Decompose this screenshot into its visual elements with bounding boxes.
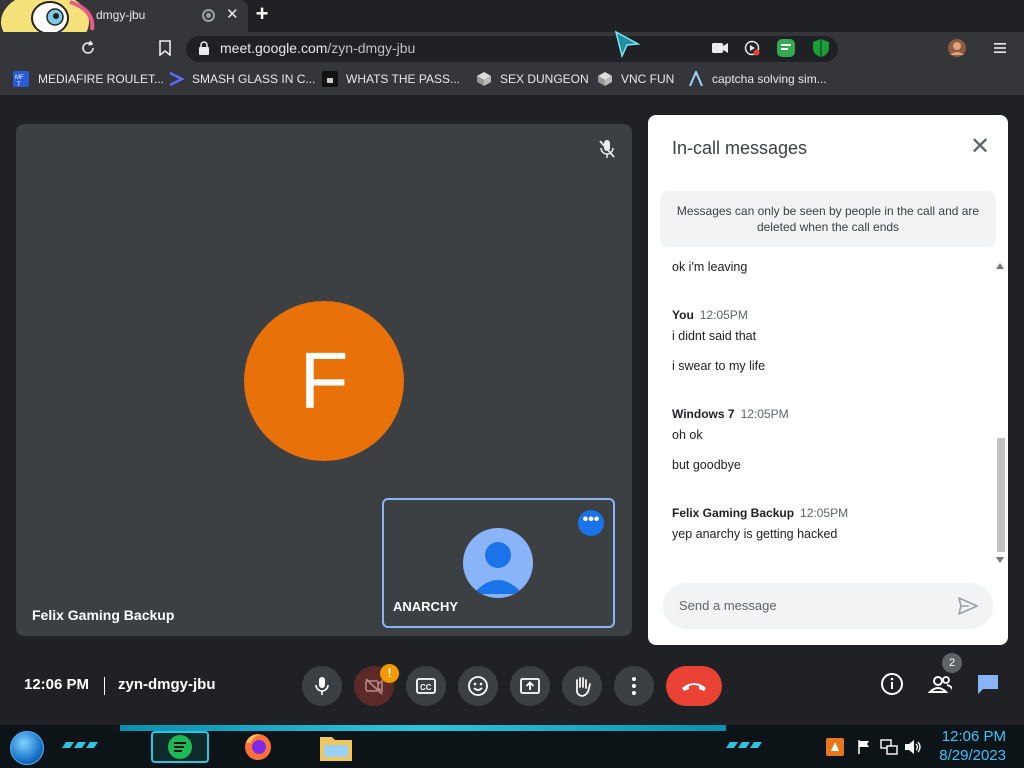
taskbar-decor-left-icon [62,742,98,748]
firefox-taskbar-icon[interactable] [242,731,274,763]
tab-title: dmgy-jbu [96,8,146,22]
camera-warning-badge: ! [380,664,399,683]
captions-button[interactable]: CC [406,666,446,706]
start-button[interactable] [10,731,44,765]
self-avatar [463,528,533,598]
file-explorer-taskbar-icon[interactable] [318,731,354,763]
divider [104,677,105,695]
new-tab-button[interactable]: + [250,3,274,26]
meeting-clock: 12:06 PM [24,676,90,693]
mouse-cursor-icon [614,30,640,59]
chat-message-sender: Windows 7 12:05PM [672,407,789,421]
lock-icon[interactable] [199,41,209,55]
meeting-info-icon[interactable] [880,672,904,696]
chat-message-text: i didnt said that [672,329,757,343]
svg-text:MF: MF [15,75,24,81]
extension-chat-icon[interactable] [777,39,795,57]
sender-name: Windows 7 [672,407,735,421]
main-participant-avatar: F [244,301,404,461]
main-participant-name: Felix Gaming Backup [32,607,175,623]
bookmark-sex-dungeon[interactable]: SEX DUNGEON [500,72,589,88]
whats-the-pass-bookmark-icon [322,71,338,87]
present-button[interactable] [510,666,550,706]
captcha-bookmark-icon [689,71,703,87]
more-vert-icon [632,677,636,695]
bookmark-vnc-fun[interactable]: VNC FUN [621,72,674,88]
volume-icon[interactable] [904,739,922,755]
closed-captions-icon: CC [416,678,436,694]
active-tab[interactable]: dmgy-jbu ✕ [0,0,248,52]
system-clock-date[interactable]: 8/29/2023 [930,747,1006,765]
self-participant-name: ANARCHY [393,599,458,614]
taskbar-decor-right-icon [726,742,762,748]
bookmark-mediafire[interactable]: MEDIAFIRE ROULET... [38,72,164,88]
chat-message-sender: You 12:05PM [672,308,748,322]
vnc-fun-bookmark-icon [598,72,612,86]
emoji-icon [468,676,488,696]
action-center-flag-icon[interactable] [856,739,872,755]
reactions-button[interactable] [458,666,498,706]
end-call-icon [682,683,706,691]
raise-hand-icon [576,677,591,697]
menu-icon[interactable] [994,42,1006,54]
participants-icon[interactable] [928,672,952,696]
camera-blocked-icon[interactable] [712,42,728,54]
tray-app-icon[interactable] [826,738,844,756]
extension-shield-icon[interactable] [813,39,829,57]
chat-title: In-call messages [672,138,808,158]
bookmark-captcha-solving[interactable]: captcha solving sim... [712,72,827,88]
scroll-down-icon[interactable] [996,557,1004,563]
more-options-button[interactable] [614,666,654,706]
url-host: meet.google.com [220,40,328,56]
chat-notice: Messages can only be seen by people in t… [660,191,996,247]
chat-message-sender: Felix Gaming Backup 12:05PM [672,506,848,520]
sender-name: You [672,308,694,322]
meeting-code: zyn-dmgy-jbu [118,676,216,693]
spotify-taskbar-icon[interactable] [150,730,210,764]
message-time: 12:05PM [740,407,789,421]
sex-dungeon-bookmark-icon [477,72,491,86]
chat-message-text: i swear to my life [672,359,766,373]
chat-icon[interactable] [976,672,1000,696]
bookmark-star-icon[interactable] [158,40,172,56]
chat-message-text: oh ok [672,428,703,442]
tab-audio-icon[interactable] [202,9,215,22]
chat-message-text: ok i'm leaving [672,260,748,274]
media-blocked-icon[interactable] [744,40,760,56]
leave-call-button[interactable] [666,666,722,706]
close-icon[interactable]: ✕ [970,135,990,159]
chat-scroll-thumb[interactable] [997,438,1005,552]
microphone-icon [315,677,329,695]
mediafire-bookmark-icon: MFT [13,71,29,87]
microphone-button[interactable] [302,666,342,706]
person-icon [473,542,523,594]
bookmark-whats-the-pass[interactable]: WHATS THE PASS... [346,72,460,88]
sender-name: Felix Gaming Backup [672,506,795,520]
scroll-up-icon[interactable] [996,263,1004,269]
raise-hand-button[interactable] [562,666,602,706]
self-more-options-button[interactable]: ••• [578,510,604,536]
present-screen-icon [520,678,540,694]
reload-icon[interactable] [80,40,96,56]
chat-message-input[interactable]: Send a message [679,598,777,613]
taskbar-glow-strip [120,725,726,731]
svg-text:T: T [17,82,21,87]
tab-close-icon[interactable]: ✕ [226,5,239,23]
participants-count-badge: 2 [942,653,962,673]
network-icon[interactable] [880,738,898,756]
send-icon[interactable] [958,597,978,615]
system-clock-time[interactable]: 12:06 PM [930,728,1006,746]
chat-message-text: but goodbye [672,458,741,472]
url-path: /zyn-dmgy-jbu [327,40,416,56]
message-time: 12:05PM [800,506,849,520]
chat-message-text: yep anarchy is getting hacked [672,527,838,541]
svg-text:CC: CC [420,683,432,692]
profile-avatar-icon[interactable] [948,39,966,57]
muted-mic-icon [599,140,615,158]
url-text[interactable]: meet.google.com/zyn-dmgy-jbu [220,40,415,56]
smash-glass-bookmark-icon [169,71,184,87]
bookmark-smash-glass[interactable]: SMASH GLASS IN C... [192,72,315,88]
message-time: 12:05PM [699,308,748,322]
